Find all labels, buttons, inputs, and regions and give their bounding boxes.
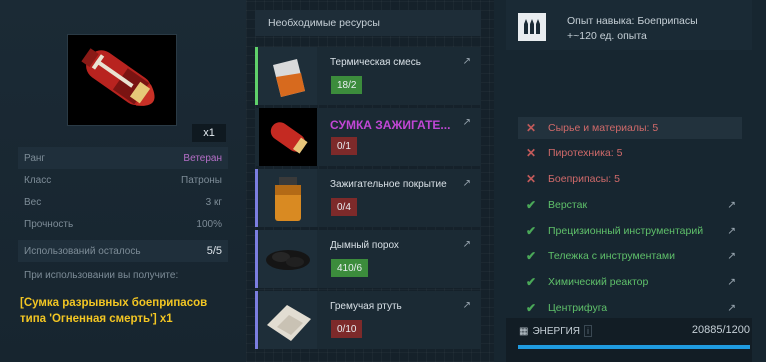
external-link-icon[interactable]: ↗: [463, 117, 471, 128]
requirement-item[interactable]: ✕ Пиротехника: 5: [518, 142, 742, 164]
thermal-mix-icon: [259, 47, 317, 105]
requirement-label: Тележка с инструментами: [548, 250, 675, 262]
resource-count: 410/6: [331, 259, 369, 277]
info-icon[interactable]: i: [584, 325, 593, 337]
requirement-label: Сырье и материалы: 5: [548, 122, 659, 134]
energy-bar: [518, 345, 750, 349]
skill-title: Опыт навыка: Боеприпасы: [567, 15, 698, 27]
black-powder-icon: [259, 230, 317, 288]
requirement-item[interactable]: ✔ Химический реактор ↗: [518, 271, 742, 293]
result-label: При использовании вы получите:: [24, 270, 179, 281]
result-item-link[interactable]: [Сумка разрывных боеприпасов типа 'Огнен…: [20, 295, 230, 327]
stat-value: Патроны: [181, 174, 222, 186]
stat-durability: Прочность 100%: [18, 213, 228, 235]
resource-item[interactable]: Гремучая ртуть ↗ 0/10: [255, 291, 481, 349]
energy-label: ЭНЕРГИЯ: [532, 325, 581, 337]
stat-value: 100%: [196, 218, 222, 230]
stat-key: Прочность: [24, 218, 74, 230]
external-link-icon[interactable]: ↗: [463, 178, 471, 189]
resource-item[interactable]: СУМКА ЗАЖИГАТЕ... ↗ 0/1: [255, 108, 481, 166]
resource-status-bar: [255, 230, 258, 288]
resource-count: 0/10: [331, 320, 363, 338]
requirement-item[interactable]: ✔ Прецизионный инструментарий ↗: [518, 220, 742, 242]
energy-icon: ▦: [519, 325, 529, 337]
external-link-icon[interactable]: ↗: [463, 56, 471, 67]
resource-name: Термическая смесь: [330, 57, 421, 68]
requirement-item[interactable]: ✔ Тележка с инструментами ↗: [518, 245, 742, 267]
skill-exp: +~120 ед. опыта: [567, 30, 647, 42]
external-link-icon[interactable]: ↗: [463, 300, 471, 311]
energy-label-group: ▦ ЭНЕРГИЯ i: [519, 325, 593, 337]
mercury-fulminate-icon: [259, 291, 317, 349]
requirement-label: Верстак: [548, 199, 588, 211]
resource-name: Дымный порох: [330, 240, 399, 251]
resource-count: 0/1: [331, 137, 357, 155]
requirement-label: Пиротехника: 5: [548, 147, 623, 159]
check-icon: ✔: [526, 249, 537, 263]
ammo-skill-icon: [518, 13, 546, 41]
resource-name: СУМКА ЗАЖИГАТЕ...: [330, 118, 451, 132]
stat-key: Ранг: [24, 152, 46, 164]
resource-status-bar: [255, 47, 258, 105]
external-link-icon[interactable]: ↗: [727, 302, 736, 314]
resources-header: Необходимые ресурсы: [255, 10, 481, 36]
cross-icon: ✕: [526, 172, 537, 186]
item-image: [67, 34, 177, 126]
external-link-icon[interactable]: ↗: [727, 276, 736, 288]
energy-value: 20885/1200: [691, 324, 750, 336]
incendiary-coating-icon: [259, 169, 317, 227]
requirement-label: Боеприпасы: 5: [548, 173, 620, 185]
requirement-label: Центрифуга: [548, 302, 608, 314]
stat-value: 3 кг: [205, 196, 222, 208]
resource-item[interactable]: Дымный порох ↗ 410/6: [255, 230, 481, 288]
incendiary-bag-icon: [81, 48, 155, 106]
stat-key: Класс: [24, 174, 52, 186]
stat-class: Класс Патроны: [18, 169, 228, 191]
resource-status-bar: [255, 169, 258, 227]
external-link-icon[interactable]: ↗: [727, 199, 736, 211]
resource-item[interactable]: Зажигательное покрытие ↗ 0/4: [255, 169, 481, 227]
resource-item[interactable]: Термическая смесь ↗ 18/2: [255, 47, 481, 105]
external-link-icon[interactable]: ↗: [463, 239, 471, 250]
stat-key: Вес: [24, 196, 42, 208]
resource-count: 18/2: [331, 76, 363, 94]
stat-key: Использований осталось: [24, 245, 141, 257]
check-icon: ✔: [526, 224, 537, 238]
requirement-label: Химический реактор: [548, 276, 649, 288]
external-link-icon[interactable]: ↗: [727, 225, 736, 237]
stat-weight: Вес 3 кг: [18, 191, 228, 213]
requirement-item[interactable]: ✕ Сырье и материалы: 5: [518, 117, 742, 139]
check-icon: ✔: [526, 198, 537, 212]
check-icon: ✔: [526, 275, 537, 289]
check-icon: ✔: [526, 301, 537, 315]
requirement-item[interactable]: ✕ Боеприпасы: 5: [518, 168, 742, 190]
stat-value: 5/5: [206, 245, 222, 257]
stat-rank: Ранг Ветеран: [18, 147, 228, 169]
requirement-item[interactable]: ✔ Центрифуга ↗: [518, 297, 742, 319]
resource-status-bar: [255, 291, 258, 349]
cross-icon: ✕: [526, 146, 537, 160]
resource-name: Гремучая ртуть: [330, 301, 402, 312]
item-quantity: x1: [192, 124, 226, 142]
resource-name: Зажигательное покрытие: [330, 179, 447, 190]
stat-uses-left: Использований осталось 5/5: [18, 240, 228, 262]
cross-icon: ✕: [526, 121, 537, 135]
external-link-icon[interactable]: ↗: [727, 250, 736, 262]
requirement-label: Прецизионный инструментарий: [548, 225, 704, 237]
stat-value: Ветеран: [183, 152, 222, 164]
incendiary-bag-icon: [259, 108, 317, 166]
energy-bar-fill: [518, 345, 750, 349]
resource-count: 0/4: [331, 198, 357, 216]
requirement-item[interactable]: ✔ Верстак ↗: [518, 194, 742, 216]
